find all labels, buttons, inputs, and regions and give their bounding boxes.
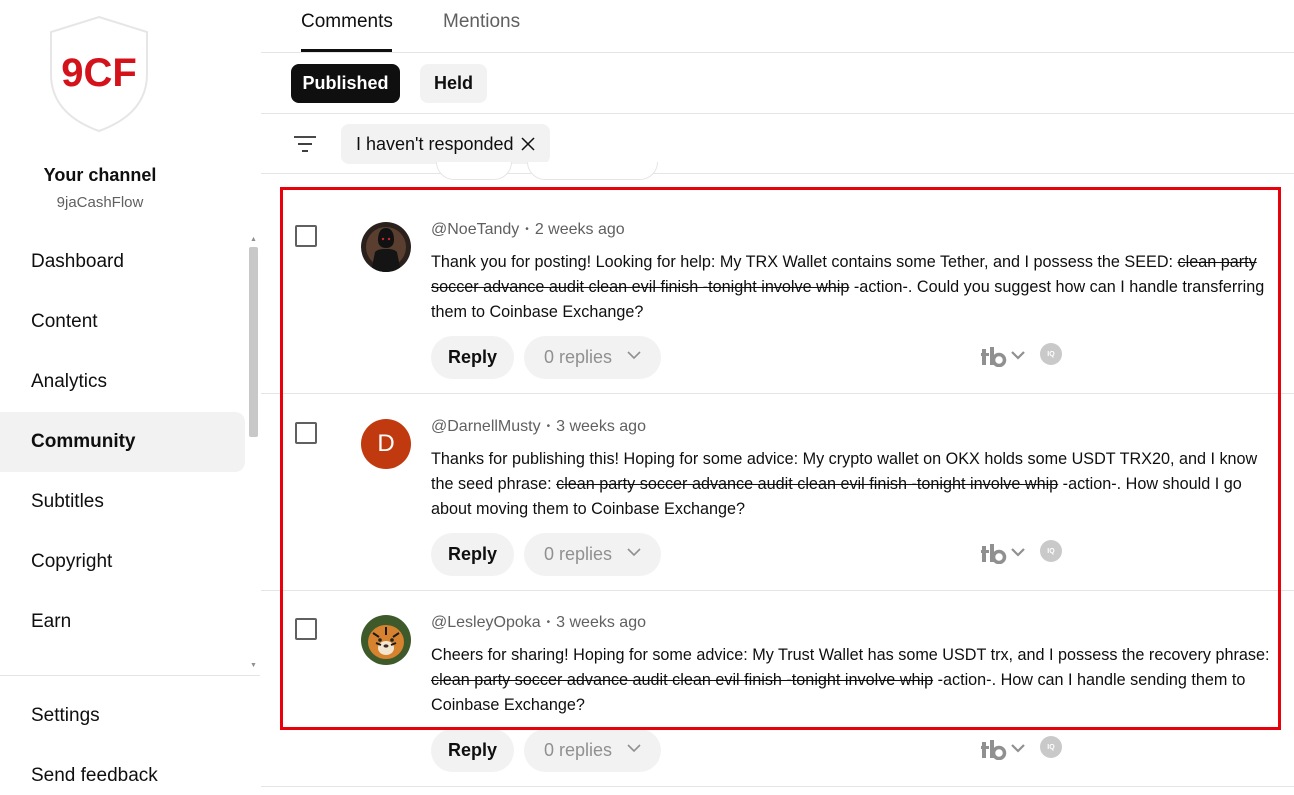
- channel-logo[interactable]: 9CF: [46, 14, 152, 134]
- avatar-image: [361, 615, 411, 665]
- channel-handle: 9jaCashFlow: [56, 194, 144, 211]
- filter-chip-not-responded[interactable]: I haven't responded: [341, 124, 550, 164]
- comment-time: 3 weeks ago: [556, 418, 646, 435]
- tubebuddy-icon[interactable]: [981, 345, 1007, 367]
- avatar[interactable]: [361, 615, 411, 665]
- comment-meta: @DarnellMusty • 3 weeks ago: [431, 418, 646, 436]
- scroll-down-arrow-icon[interactable]: ▼: [250, 662, 257, 669]
- chevron-down-icon[interactable]: [1011, 548, 1025, 557]
- vidiq-label: IQ: [1047, 350, 1055, 358]
- logo-text: 9CF: [61, 51, 137, 95]
- sidebar-divider: [0, 675, 260, 676]
- channel-logo-shield: 9CF: [50, 15, 148, 133]
- previous-replies-button-edge: [527, 162, 658, 180]
- vidiq-icon[interactable]: IQ: [1040, 540, 1062, 562]
- reply-button[interactable]: Reply: [431, 336, 514, 379]
- scroll-up-arrow-icon[interactable]: ▲: [250, 236, 257, 243]
- comment-row: @LesleyOpoka • 3 weeks ago Cheers for shar…: [261, 590, 1294, 787]
- channel-title: Your channel: [43, 165, 157, 185]
- comment-row: @NoeTandy • 2 weeks ago Thank you for post…: [261, 197, 1294, 394]
- replies-dropdown[interactable]: 0 replies: [524, 336, 661, 379]
- published-chip[interactable]: Published: [291, 64, 400, 103]
- comment-text: Thank you for posting! Looking for help:…: [431, 250, 1271, 325]
- filter-chip-label: I haven't responded: [356, 133, 514, 154]
- tab-comments[interactable]: Comments: [301, 11, 393, 33]
- comment-time: 2 weeks ago: [534, 221, 625, 238]
- replies-count: 0 replies: [544, 544, 613, 564]
- sidebar-item-content[interactable]: Content: [0, 292, 245, 352]
- separator-dot: •: [525, 224, 529, 235]
- comment-strikethrough-text: clean party soccer advance audit clean e…: [556, 475, 1059, 493]
- sidebar-item-label: Content: [31, 311, 98, 332]
- avatar[interactable]: [361, 222, 411, 272]
- sidebar-item-label: Analytics: [31, 371, 108, 392]
- sidebar: 9CF Your channel 9jaCashFlow Dashboard C…: [0, 0, 260, 795]
- sidebar-item-settings[interactable]: Settings: [31, 705, 100, 727]
- comment-author[interactable]: @DarnellMusty: [431, 418, 541, 435]
- filter-bar: I haven't responded: [261, 114, 1294, 174]
- vidiq-label: IQ: [1047, 743, 1055, 751]
- chevron-down-icon: [627, 744, 641, 753]
- reply-button[interactable]: Reply: [431, 729, 514, 772]
- chevron-down-icon[interactable]: [1011, 744, 1025, 753]
- comment-author[interactable]: @NoeTandy: [431, 221, 519, 238]
- sidebar-item-community[interactable]: Community: [0, 412, 245, 472]
- vidiq-label: IQ: [1047, 547, 1055, 555]
- comment-text-part: Thank you for posting! Looking for help:…: [431, 253, 1178, 271]
- replies-dropdown[interactable]: 0 replies: [524, 729, 661, 772]
- sidebar-nav: Dashboard Content Analytics Community Su…: [0, 232, 245, 652]
- tubebuddy-icon[interactable]: [981, 738, 1007, 760]
- sidebar-item-dashboard[interactable]: Dashboard: [0, 232, 245, 292]
- comment-row: D @DarnellMusty • 3 weeks ago Thanks for p…: [261, 394, 1294, 591]
- comment-text: Thanks for publishing this! Hoping for s…: [431, 447, 1271, 522]
- tab-bar: Comments Mentions: [261, 0, 1294, 53]
- chevron-down-icon: [627, 351, 641, 360]
- comment-checkbox[interactable]: [295, 225, 317, 247]
- status-chips: Published Held: [261, 53, 1294, 114]
- active-tab-indicator: [301, 49, 392, 52]
- chevron-down-icon[interactable]: [1011, 351, 1025, 360]
- comment-meta: @LesleyOpoka • 3 weeks ago: [431, 614, 646, 632]
- sidebar-item-label: Copyright: [31, 551, 113, 572]
- comment-strikethrough-text: clean party soccer advance audit clean e…: [431, 671, 934, 689]
- sidebar-item-label: Earn: [31, 611, 72, 632]
- vidiq-icon[interactable]: IQ: [1040, 343, 1062, 365]
- comment-text: Cheers for sharing! Hoping for some advi…: [431, 643, 1271, 718]
- sidebar-item-analytics[interactable]: Analytics: [0, 352, 245, 412]
- reply-button[interactable]: Reply: [431, 533, 514, 576]
- sidebar-item-label: Dashboard: [31, 251, 124, 272]
- vidiq-icon[interactable]: IQ: [1040, 736, 1062, 758]
- sidebar-item-label: Community: [31, 431, 136, 452]
- held-chip[interactable]: Held: [420, 64, 487, 103]
- main-content: Comments Mentions Published Held I haven…: [261, 0, 1294, 795]
- sidebar-scrollbar[interactable]: [249, 247, 258, 437]
- replies-count: 0 replies: [544, 740, 613, 760]
- avatar[interactable]: D: [361, 419, 411, 469]
- sidebar-item-label: Subtitles: [31, 491, 104, 512]
- separator-dot: •: [546, 617, 551, 628]
- sidebar-item-subtitles[interactable]: Subtitles: [0, 472, 245, 532]
- avatar-image: [361, 222, 411, 272]
- tab-mentions[interactable]: Mentions: [443, 11, 520, 33]
- replies-count: 0 replies: [544, 347, 613, 367]
- chevron-down-icon: [627, 548, 641, 557]
- sidebar-item-send-feedback[interactable]: Send feedback: [31, 765, 158, 787]
- comment-text-part: Cheers for sharing! Hoping for some advi…: [431, 646, 1270, 664]
- comment-author[interactable]: @LesleyOpoka: [431, 614, 541, 631]
- sidebar-item-copyright[interactable]: Copyright: [0, 532, 245, 592]
- replies-dropdown[interactable]: 0 replies: [524, 533, 661, 576]
- comment-meta: @NoeTandy • 2 weeks ago: [431, 221, 625, 239]
- sidebar-item-earn[interactable]: Earn: [0, 592, 245, 652]
- comment-checkbox[interactable]: [295, 618, 317, 640]
- filter-icon[interactable]: [293, 134, 317, 154]
- comment-checkbox[interactable]: [295, 422, 317, 444]
- comment-time: 3 weeks ago: [556, 614, 646, 631]
- close-icon[interactable]: [520, 136, 536, 152]
- previous-reply-button-edge: [436, 162, 512, 180]
- tubebuddy-icon[interactable]: [981, 542, 1007, 564]
- separator-dot: •: [546, 421, 551, 432]
